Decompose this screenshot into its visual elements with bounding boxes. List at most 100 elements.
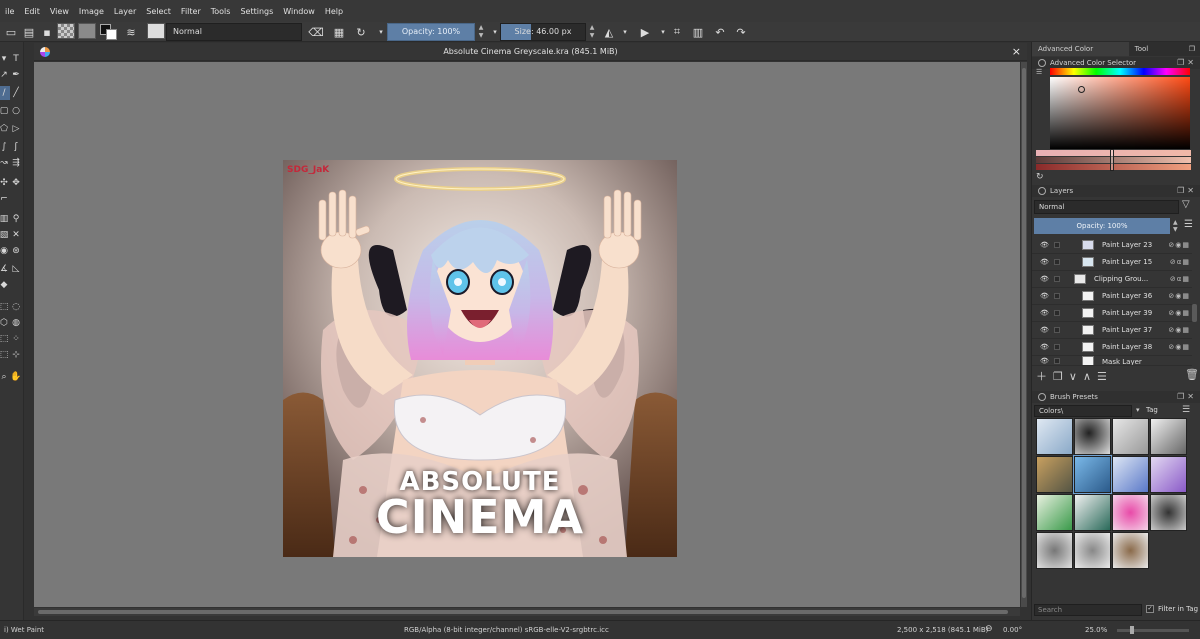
layer-checkbox[interactable]	[1054, 344, 1060, 350]
blend-mode-select[interactable]: Normal	[166, 23, 302, 41]
vertical-scrollbar[interactable]	[1021, 62, 1027, 607]
freehand-select-tool-icon[interactable]: ◍	[10, 316, 22, 330]
eraser-mode-icon[interactable]: ⌫	[307, 23, 325, 41]
menu-image[interactable]: Image	[74, 7, 109, 16]
layer-name[interactable]: Paint Layer 15	[1102, 258, 1152, 266]
current-brush-status[interactable]: i) Wet Paint	[4, 626, 44, 634]
assistant-tool-icon[interactable]: ✕	[10, 228, 22, 242]
brush-preset-tile[interactable]	[1036, 532, 1073, 569]
layer-properties-icon[interactable]: ⊘◉▦	[1168, 326, 1190, 334]
dock-float-icon[interactable]: ❐	[1183, 42, 1200, 56]
opacity-slider[interactable]: Opacity: 100%	[387, 23, 475, 41]
brush-preset-tile[interactable]	[1150, 456, 1187, 493]
color-slider-handle[interactable]	[1110, 149, 1114, 171]
wrap-around-icon[interactable]: ▶	[636, 23, 654, 41]
visibility-eye-icon[interactable]: 👁	[1040, 241, 1049, 249]
menu-layer[interactable]: Layer	[109, 7, 141, 16]
chevron-down-icon[interactable]: ▾	[616, 23, 634, 41]
save-document-icon[interactable]: ▪	[38, 23, 56, 41]
refresh-icon[interactable]: ↻	[1036, 172, 1044, 182]
layer-checkbox[interactable]	[1054, 310, 1060, 316]
move-layer-down-icon[interactable]: ∨	[1069, 370, 1083, 383]
edit-shapes-tool-icon[interactable]: ↗	[0, 68, 10, 82]
brush-tag-dropdown-icon[interactable]: ▾	[1136, 406, 1140, 414]
polygon-select-tool-icon[interactable]: ⬡	[0, 316, 10, 330]
layer-options-icon[interactable]: ☰	[1184, 219, 1193, 230]
crop-tool-icon[interactable]: ⌐	[0, 192, 10, 206]
panel-float-close-icon[interactable]: ❐✕	[1177, 185, 1197, 197]
layer-name[interactable]: Mask Layer	[1102, 358, 1142, 365]
delete-layer-icon[interactable]: 🗑	[1185, 368, 1199, 381]
bezier-tool-icon[interactable]: ∫	[0, 140, 10, 154]
brush-preset-tile[interactable]	[1112, 532, 1149, 569]
filter-icon[interactable]: ▽	[1182, 199, 1190, 210]
lock-icon[interactable]	[1038, 187, 1046, 195]
opacity-spin-icon[interactable]: ▲ ▼	[477, 24, 485, 42]
artwork-image[interactable]: SDG_JaK ABSOLUTE CINEMA	[283, 160, 677, 557]
size-slider[interactable]: Size: 46.00 px	[500, 23, 586, 41]
rotation-icon[interactable]: ⊖	[985, 624, 993, 634]
preserve-alpha-icon[interactable]: ▦	[330, 23, 348, 41]
layer-properties-icon[interactable]: ⊘◉▦	[1168, 292, 1190, 300]
layer-checkbox[interactable]	[1054, 276, 1060, 282]
layers-scrollbar-thumb[interactable]	[1192, 304, 1197, 322]
reload-preset-icon[interactable]: ↻	[352, 23, 370, 41]
horizontal-scrollbar-thumb[interactable]	[38, 610, 1008, 614]
layer-properties-icon[interactable]: ⊘◉▦	[1168, 241, 1190, 249]
freehand-brush-tool-icon[interactable]: /	[0, 86, 10, 100]
calligraphy-tool-icon[interactable]: ✒	[10, 68, 22, 82]
menu-view[interactable]: View	[45, 7, 74, 16]
transform-tool-icon[interactable]: ▾	[0, 52, 10, 66]
zoom-slider-handle[interactable]	[1130, 626, 1134, 634]
layer-row[interactable]: 👁 Paint Layer 15 ⊘α▦	[1032, 254, 1192, 271]
brush-preset-tile[interactable]	[1074, 494, 1111, 531]
gradient-tool-icon[interactable]: ▥	[0, 212, 10, 226]
text-tool-icon[interactable]: T	[10, 52, 22, 66]
visibility-eye-icon[interactable]: 👁	[1040, 292, 1049, 300]
lock-icon[interactable]	[1038, 393, 1046, 401]
layer-row[interactable]: 👁 Mask Layer	[1032, 356, 1192, 366]
menu-file[interactable]: ile	[0, 7, 19, 16]
visibility-eye-icon[interactable]: 👁	[1040, 309, 1049, 317]
layer-name[interactable]: Paint Layer 23	[1102, 241, 1152, 249]
reference-tool-icon[interactable]: ◆	[0, 278, 10, 292]
visibility-eye-icon[interactable]: 👁	[1040, 343, 1049, 351]
color-picker-tool-icon[interactable]: ⚲	[10, 212, 22, 226]
size-spin-icon[interactable]: ▲ ▼	[588, 24, 596, 42]
zoom-status[interactable]: 25.0%	[1085, 626, 1107, 634]
new-document-icon[interactable]: ▭	[2, 23, 20, 41]
layer-row[interactable]: 👁 Clipping Grou... ⊘α▦	[1032, 271, 1192, 288]
layer-name[interactable]: Paint Layer 37	[1102, 326, 1152, 334]
brush-tag-label[interactable]: Tag	[1146, 406, 1158, 414]
layer-row[interactable]: 👁 Paint Layer 39 ⊘◉▦	[1032, 305, 1192, 322]
move-layer-up-icon[interactable]: ∧	[1083, 370, 1097, 383]
lock-icon[interactable]	[1038, 59, 1046, 67]
multibrush-tool-icon[interactable]: ⇶	[10, 156, 22, 170]
visibility-eye-icon[interactable]: 👁	[1040, 326, 1049, 334]
measure-tool-icon[interactable]: ∡	[0, 262, 10, 276]
horizontal-scrollbar[interactable]	[34, 608, 1020, 616]
dynamic-brush-tool-icon[interactable]: ↝	[0, 156, 10, 170]
layer-row[interactable]: 👁 Paint Layer 23 ⊘◉▦	[1032, 237, 1192, 254]
undo-icon[interactable]: ↶	[711, 23, 729, 41]
zoom-slider[interactable]	[1117, 629, 1189, 632]
workspace-icon[interactable]: ▥	[689, 23, 707, 41]
saturation-value-square[interactable]	[1050, 77, 1190, 149]
layer-properties-icon[interactable]: ⊘α▦	[1170, 258, 1190, 266]
color-cursor[interactable]	[1078, 86, 1085, 93]
layer-row[interactable]: 👁 Paint Layer 36 ⊘◉▦	[1032, 288, 1192, 305]
visibility-eye-icon[interactable]: 👁	[1040, 258, 1049, 266]
layer-properties-icon[interactable]: ⊘α▦	[1170, 275, 1190, 283]
menu-help[interactable]: Help	[320, 7, 348, 16]
brush-preset-tile[interactable]	[1150, 418, 1187, 455]
tab-advanced-color-selector[interactable]: Advanced Color Selector	[1032, 42, 1129, 67]
brush-preset-tile[interactable]	[1073, 455, 1112, 494]
brush-tag-select[interactable]: Colors\	[1034, 405, 1132, 417]
brush-preset-tile[interactable]	[1074, 418, 1111, 455]
brush-preset-tile[interactable]	[1112, 456, 1149, 493]
redo-icon[interactable]: ↷	[732, 23, 750, 41]
brush-editor-icon[interactable]: ≋	[122, 23, 140, 41]
smart-patch-tool-icon[interactable]: ▧	[0, 228, 10, 242]
brush-preset-icon[interactable]	[147, 23, 165, 39]
layer-name[interactable]: Paint Layer 36	[1102, 292, 1152, 300]
